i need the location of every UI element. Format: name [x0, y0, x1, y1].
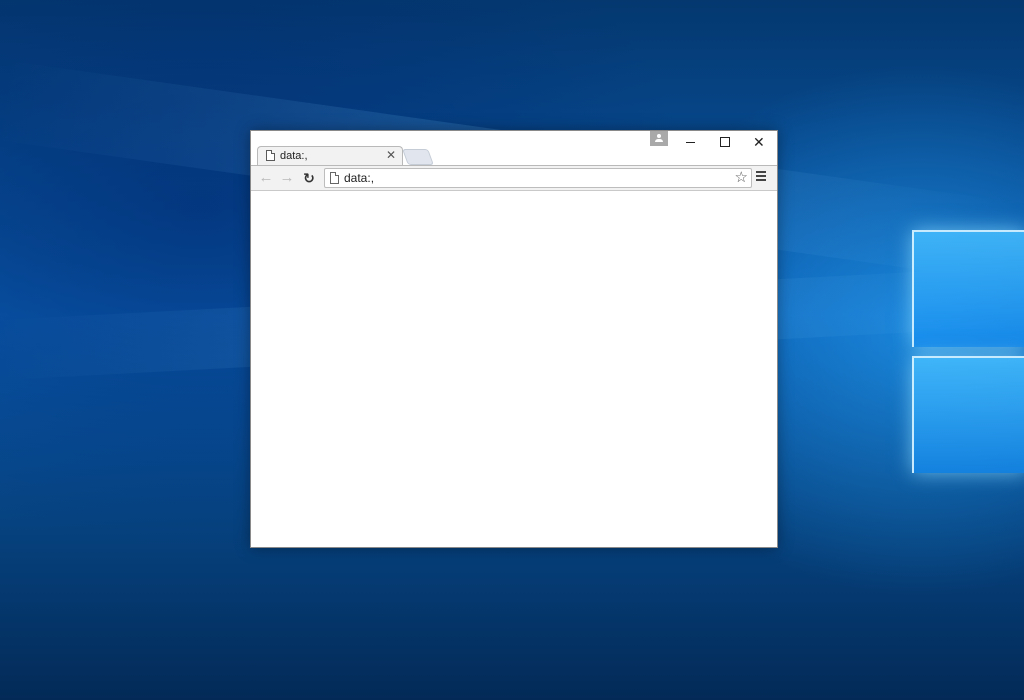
close-icon: ✕ [753, 134, 765, 150]
maximize-icon [720, 137, 730, 147]
back-button[interactable]: ← [257, 169, 275, 187]
menu-button[interactable] [756, 171, 768, 185]
browser-window: data:, ✕ ✕ ← → ↻ data:, ☆ [250, 130, 778, 548]
address-bar[interactable]: data:, ☆ [324, 168, 752, 188]
browser-toolbar: ← → ↻ data:, ☆ [251, 165, 777, 191]
browser-tab[interactable]: data:, ✕ [257, 146, 403, 165]
menu-icon-bar [756, 171, 766, 173]
page-icon [330, 172, 339, 184]
tab-close-icon[interactable]: ✕ [386, 148, 396, 162]
menu-icon-bar [756, 179, 766, 181]
reload-button[interactable]: ↻ [300, 169, 318, 187]
desktop: data:, ✕ ✕ ← → ↻ data:, ☆ [0, 0, 1024, 700]
minimize-button[interactable] [673, 131, 707, 153]
user-icon [657, 134, 661, 138]
wallpaper-window-pane [912, 230, 1024, 347]
profile-button[interactable] [650, 131, 668, 146]
address-text: data:, [344, 171, 375, 185]
maximize-button[interactable] [707, 131, 741, 153]
menu-icon-bar [756, 175, 766, 177]
minimize-icon [686, 142, 695, 143]
page-icon [266, 150, 275, 161]
page-content[interactable] [251, 191, 777, 547]
title-bar[interactable]: data:, ✕ ✕ [251, 131, 777, 165]
close-window-button[interactable]: ✕ [741, 131, 775, 153]
tab-title: data:, [280, 150, 308, 162]
wallpaper-window-pane [912, 356, 1024, 473]
forward-button[interactable]: → [278, 169, 296, 187]
user-icon-body [655, 139, 663, 142]
new-tab-button[interactable] [402, 149, 434, 165]
bookmark-star-icon[interactable]: ☆ [735, 169, 748, 187]
